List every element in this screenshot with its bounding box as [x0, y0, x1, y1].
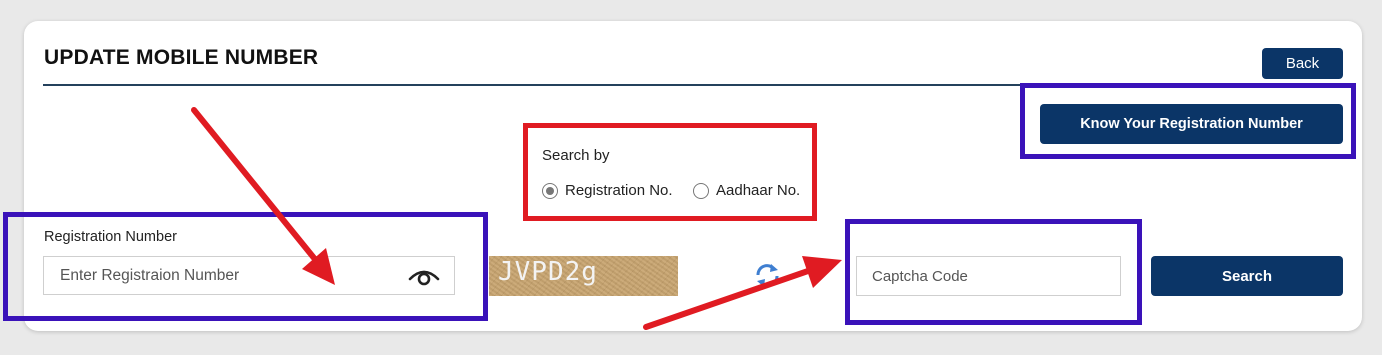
registration-number-placeholder: Enter Registraion Number — [60, 266, 240, 284]
captcha-code-input[interactable]: Captcha Code — [856, 256, 1121, 296]
captcha-text: JVPD2g — [498, 257, 598, 287]
page-title: UPDATE MOBILE NUMBER — [44, 46, 319, 69]
radio-label-registration: Registration No. — [565, 182, 673, 199]
refresh-icon[interactable] — [754, 262, 781, 289]
registration-number-input[interactable]: Enter Registraion Number — [43, 256, 455, 295]
back-button[interactable]: Back — [1262, 48, 1343, 79]
know-registration-number-button[interactable]: Know Your Registration Number — [1040, 104, 1343, 144]
radio-label-aadhaar: Aadhaar No. — [716, 182, 801, 199]
radio-aadhaar-no[interactable]: Aadhaar No. — [693, 182, 800, 199]
radio-unselected-icon[interactable] — [693, 182, 709, 199]
eye-icon[interactable] — [408, 266, 440, 286]
radio-registration-no[interactable]: Registration No. — [542, 182, 673, 199]
search-by-label: Search by — [542, 147, 610, 164]
registration-number-label: Registration Number — [44, 229, 177, 245]
title-divider — [43, 84, 1343, 86]
search-button[interactable]: Search — [1151, 256, 1343, 296]
radio-selected-icon[interactable] — [542, 182, 558, 199]
captcha-image: JVPD2g — [489, 256, 678, 296]
captcha-code-placeholder: Captcha Code — [872, 267, 968, 285]
